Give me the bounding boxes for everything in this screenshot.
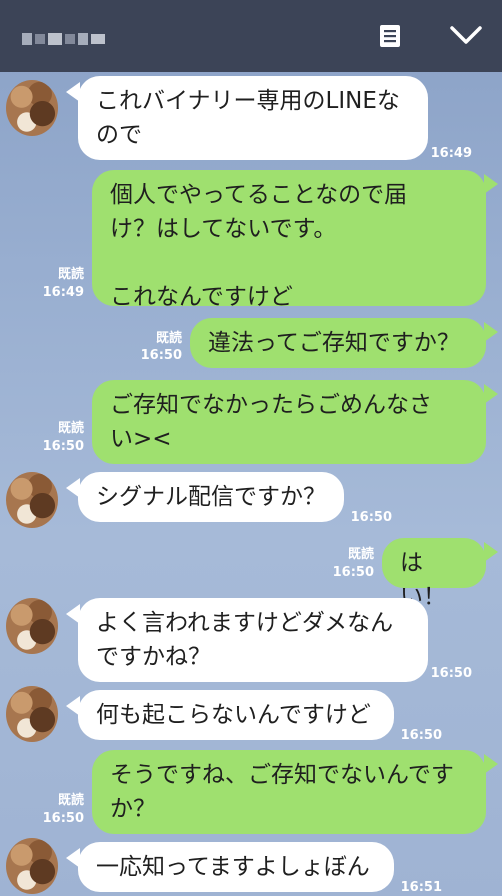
bubble-tail: [484, 542, 498, 562]
message-bubble[interactable]: これバイナリー専用のLINEな ので: [78, 76, 428, 160]
bubble-tail: [484, 754, 498, 774]
read-receipt: 既読: [347, 547, 374, 562]
message-bubble[interactable]: 一応知ってますよしょぼん: [78, 842, 394, 892]
message-time: 16:49: [430, 146, 472, 161]
message-bubble[interactable]: シグナル配信ですか？: [78, 472, 344, 522]
bubble-tail: [484, 322, 498, 342]
avatar[interactable]: [6, 472, 58, 528]
read-receipt: 既読: [155, 331, 182, 346]
message-time: 16:50: [430, 666, 472, 681]
message-time: 16:50: [42, 439, 84, 454]
read-receipt: 既読: [57, 267, 84, 282]
message-time: 16:49: [42, 285, 84, 300]
message-time: 16:50: [400, 728, 442, 743]
message-time: 16:50: [140, 348, 182, 363]
read-receipt: 既読: [57, 793, 84, 808]
message-bubble[interactable]: 個人でやってることなので届 け？はしてないです。 これなんですけど: [92, 170, 486, 310]
bubble-tail: [484, 384, 498, 404]
message-time: 16:50: [42, 811, 84, 826]
avatar[interactable]: [6, 838, 58, 894]
notes-menu-icon[interactable]: [378, 24, 402, 48]
message-bubble[interactable]: 違法ってご存知ですか？: [190, 318, 486, 368]
contact-name-blurred: ▒▒▒▒: [22, 30, 105, 48]
message-time: 16:50: [332, 565, 374, 580]
avatar[interactable]: [6, 80, 58, 136]
message-bubble[interactable]: よく言われますけどダメなん ですかね？: [78, 598, 428, 682]
chevron-down-icon[interactable]: [448, 20, 484, 52]
message-time: 16:51: [400, 880, 442, 895]
message-bubble[interactable]: ご存知でなかったらごめんなさ い><: [92, 380, 486, 464]
avatar[interactable]: [6, 598, 58, 654]
avatar[interactable]: [6, 686, 58, 742]
message-bubble[interactable]: 何も起こらないんですけど: [78, 690, 394, 740]
chat-header: ▒▒▒▒: [0, 0, 502, 72]
read-receipt: 既読: [57, 421, 84, 436]
message-bubble[interactable]: はい！: [382, 538, 486, 610]
bubble-tail: [484, 174, 498, 194]
message-bubble[interactable]: そうですね、ご存知でないんです か？: [92, 750, 486, 834]
message-time: 16:50: [350, 510, 392, 525]
